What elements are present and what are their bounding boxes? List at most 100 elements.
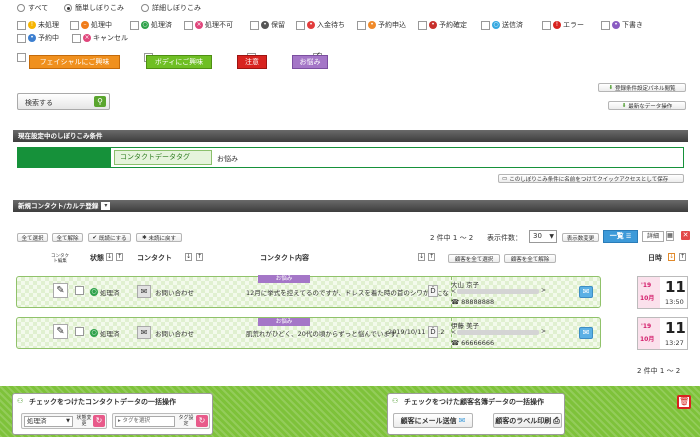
trash-icon[interactable]: 🗑 — [677, 395, 691, 409]
print-icon: ⎙ — [553, 415, 560, 425]
col-content: コンタクト内容 — [260, 254, 309, 262]
phone-icon: ☎ — [451, 298, 460, 306]
status-filter-processing[interactable]: – 処理中 — [70, 20, 112, 30]
mode-detail-label: 詳細しぼりこみ — [152, 4, 201, 12]
unprocessed-icon: ! — [28, 21, 36, 29]
cancel-icon: × — [83, 34, 91, 42]
radio-icon[interactable] — [17, 4, 25, 12]
select-all-button[interactable]: 全て選択 — [17, 233, 48, 242]
mode-all-radio[interactable]: すべて — [17, 3, 48, 13]
status-filter-cancel[interactable]: × キャンセル — [72, 33, 128, 43]
document-icon[interactable]: Ď — [428, 285, 438, 297]
mode-detail-radio[interactable]: 詳細しぼりこみ — [141, 3, 201, 13]
edit-pencil-icon[interactable]: ✎ — [53, 324, 68, 339]
radio-icon[interactable] — [64, 4, 72, 12]
sort-up-icon[interactable]: ↑ — [428, 253, 435, 261]
sent-icon: ○ — [492, 21, 500, 29]
reserve-apply-icon: • — [368, 21, 376, 29]
table-row[interactable]: ✎ ○ 処理済 ✉ お問い合わせ お悩み 肌荒れがひどく、20代の頃からずっと悩ん… — [16, 317, 601, 349]
footer-count: 2 件中 1 ～ 2 — [637, 367, 681, 375]
edit-pencil-icon[interactable]: ✎ — [53, 283, 68, 298]
row-contact-type: お問い合わせ — [155, 330, 194, 338]
status-filter-reserving[interactable]: • 予約中 — [17, 33, 59, 43]
status-filter-payment[interactable]: • 入金待ち — [296, 20, 345, 30]
search-label: 検索する — [25, 99, 53, 107]
contact-bulk-panel: ⚇ チェックをつけたコンタクトデータの一括操作 処理済 ▼ 状態変更 ↻ ▸ タグ… — [12, 393, 213, 435]
sort-down-icon[interactable]: ↓ — [418, 253, 425, 261]
detail-grid-icon[interactable]: ▦ — [666, 231, 674, 241]
status-filter-impossible[interactable]: × 処理不可 — [184, 20, 233, 30]
col-edit: コンタクト編集 — [51, 254, 69, 264]
status-filter-hold[interactable]: • 保留 — [250, 20, 285, 30]
tag-select[interactable]: ▸ タグを選択 — [115, 416, 175, 427]
col-date: 日時 — [648, 254, 662, 262]
customer-select-all-button[interactable]: 顧客を全て選択 — [448, 254, 500, 263]
sort-up-icon[interactable]: ↑ — [116, 253, 123, 261]
mail-icon[interactable]: ✉ — [579, 327, 593, 339]
row-contact-type: お問い合わせ — [155, 289, 194, 297]
sort-down-icon[interactable]: ↓ — [106, 253, 113, 261]
tag-facial-checkbox[interactable] — [17, 53, 26, 62]
users-icon: ⚇ — [392, 397, 399, 405]
hold-icon: • — [261, 21, 269, 29]
status-filter-reserve-confirm[interactable]: • 予約確定 — [418, 20, 467, 30]
status-select[interactable]: 処理済 ▼ — [24, 416, 73, 427]
row-tag: お悩み — [258, 318, 310, 326]
sort-down-icon[interactable]: ↓ — [668, 253, 675, 261]
mode-simple-radio[interactable]: 簡単しぼりこみ — [64, 3, 124, 13]
refresh-icon[interactable]: ↻ — [93, 415, 105, 427]
customer-phone: ☎ 66666666 — [451, 339, 495, 347]
reserving-icon: • — [28, 34, 36, 42]
document-icon[interactable]: Ď — [428, 326, 438, 338]
tag-set-label[interactable]: タグ設定 — [178, 415, 194, 427]
latest-data-button[interactable]: ⬇ 最新なデータ操作 — [608, 101, 686, 110]
send-mail-button[interactable]: 顧客にメール送信 ✉ — [393, 413, 473, 428]
deselect-all-button[interactable]: 全て解除 — [52, 233, 83, 242]
mail-icon[interactable]: ✉ — [579, 286, 593, 298]
email-redacted — [457, 330, 539, 335]
row-content: 肌荒れがひどく、20代の頃からずっと悩んでいます。 — [246, 330, 403, 338]
tag-facial: フェイシャルにご興味 — [29, 55, 120, 69]
panel-view-button[interactable]: ⬇ 登録条件設定パネル閲覧 — [598, 83, 686, 92]
save-condition-button[interactable]: ▭ このしぼりこみ条件に名前をつけてクイックアクセスとして保存 — [498, 174, 684, 183]
mail-icon: ✉ — [458, 416, 466, 425]
display-change-button[interactable]: 表示数変更 — [562, 233, 599, 242]
refresh-icon[interactable]: ↻ — [196, 415, 208, 427]
condition-header: 現在設定中のしぼりこみ条件 — [13, 130, 688, 142]
col-status: 状態 — [90, 254, 104, 262]
status-filter-reserve-apply[interactable]: • 予約申込 — [357, 20, 406, 30]
status-filter-unprocessed[interactable]: ! 未処理 — [17, 20, 59, 30]
radio-icon[interactable] — [141, 4, 149, 12]
payment-icon: • — [307, 21, 315, 29]
row-checkbox[interactable] — [75, 327, 84, 336]
sort-down-icon[interactable]: ↓ — [185, 253, 192, 261]
customer-deselect-all-button[interactable]: 顧客を全て解除 — [504, 254, 556, 263]
done-icon: ○ — [90, 288, 98, 296]
impossible-icon: × — [195, 21, 203, 29]
status-filter-sent[interactable]: ○ 送信済 — [481, 20, 523, 30]
search-button[interactable]: 検索する ⚲ — [17, 93, 110, 110]
close-icon[interactable]: ✕ — [681, 231, 690, 240]
chevron-right-icon: > — [541, 328, 547, 335]
table-row[interactable]: ✎ ○ 処理済 ✉ お問い合わせ お悩み 12月に挙式を控えてるのですが、ドレスを… — [16, 275, 601, 308]
toggle-icon[interactable]: ▾ — [101, 202, 111, 210]
inquiry-icon: ✉ — [137, 285, 151, 298]
status-filter-draft[interactable]: • 下書き — [601, 20, 643, 30]
condition-value: お悩み — [217, 155, 238, 163]
status-filter-error[interactable]: ! エラー — [542, 20, 584, 30]
sort-up-icon[interactable]: ↑ — [196, 253, 203, 261]
view-detail-tab[interactable]: 詳細 — [642, 231, 664, 242]
reserve-confirm-icon: • — [429, 21, 437, 29]
asterisk-icon: ✱ — [141, 234, 147, 241]
sort-up-icon[interactable]: ↑ — [679, 253, 686, 261]
display-count-select[interactable]: 30 ▼ — [529, 230, 557, 243]
customer-bulk-panel: ⚇ チェックをつけた顧客名簿データの一括操作 顧客にメール送信 ✉ 顧客のラベル印… — [387, 393, 565, 435]
mark-read-button[interactable]: ✔ 既読にする — [88, 233, 131, 242]
view-list-tab[interactable]: 一覧 ☰ — [603, 230, 638, 243]
status-filter-done[interactable]: ○ 処理済 — [130, 20, 172, 30]
phone-icon: ☎ — [451, 339, 460, 347]
status-change-label[interactable]: 状態変更 — [76, 415, 92, 427]
row-checkbox[interactable] — [75, 286, 84, 295]
label-print-button[interactable]: 顧客のラベル印刷 ⎙ — [493, 413, 562, 428]
mark-unread-button[interactable]: ✱ 未読に戻す — [136, 233, 182, 242]
